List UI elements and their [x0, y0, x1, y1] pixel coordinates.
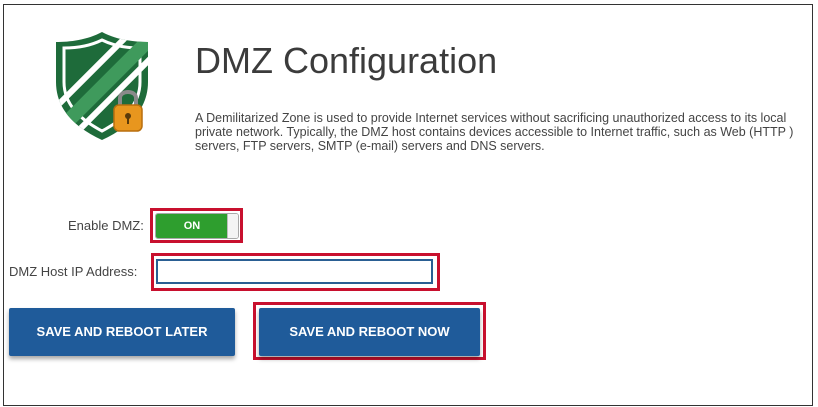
toggle-state-label: ON: [156, 214, 228, 238]
page-description: A Demilitarized Zone is used to provide …: [195, 111, 794, 153]
enable-dmz-toggle[interactable]: ON: [155, 213, 239, 239]
dmz-host-ip-label: DMZ Host IP Address:: [9, 264, 138, 279]
toggle-knob: [227, 214, 238, 238]
save-and-reboot-now-button[interactable]: SAVE AND REBOOT NOW: [259, 308, 480, 356]
page-title: DMZ Configuration: [195, 40, 498, 81]
enable-dmz-label: Enable DMZ:: [68, 218, 144, 233]
dmz-host-ip-input[interactable]: [156, 259, 433, 284]
save-and-reboot-later-button[interactable]: SAVE AND REBOOT LATER: [9, 308, 235, 356]
shield-lock-icon: [52, 28, 152, 146]
